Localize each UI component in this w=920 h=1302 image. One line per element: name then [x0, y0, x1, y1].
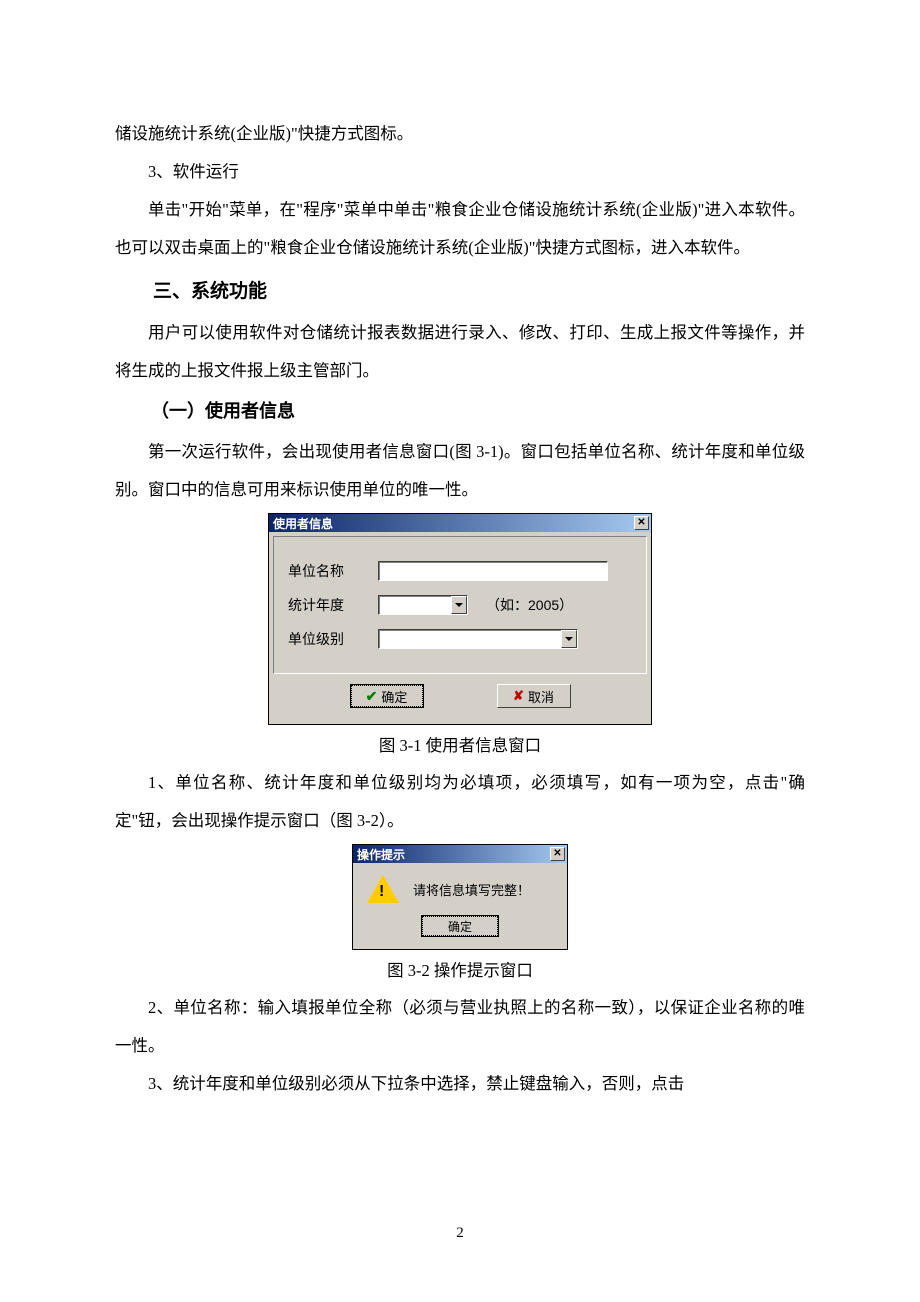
heading-subsection-1: （一）使用者信息: [115, 390, 805, 433]
close-icon: ✕: [553, 849, 561, 859]
chevron-down-icon: [565, 637, 573, 641]
paragraph: 用户可以使用软件对仓储统计报表数据进行录入、修改、打印、生成上报文件等操作，并将…: [115, 314, 805, 390]
paragraph: 储设施统计系统(企业版)"快捷方式图标。: [115, 115, 805, 153]
page-number: 2: [0, 1225, 920, 1242]
figure-caption: 图 3-1 使用者信息窗口: [379, 729, 541, 762]
prompt-message: 请将信息填写完整！: [413, 880, 530, 899]
figure-3-2: 操作提示 ✕ 请将信息填写完整！ 确定 图 3-2 操作提示窗口: [115, 844, 805, 987]
paragraph: 3、统计年度和单位级别必须从下拉条中选择，禁止键盘输入，否则，点击: [115, 1065, 805, 1103]
dropdown-button[interactable]: [561, 630, 577, 648]
heading-section-3: 三、系统功能: [115, 269, 805, 315]
paragraph: 1、单位名称、统计年度和单位级别均为必填项，必须填写，如有一项为空，点击"确定"…: [115, 764, 805, 840]
label-year: 统计年度: [288, 595, 378, 615]
dialog-title: 操作提示: [357, 846, 405, 863]
unit-name-input[interactable]: [378, 561, 608, 581]
user-info-dialog: 使用者信息 ✕ 单位名称 统计年度: [268, 513, 652, 725]
level-combobox[interactable]: [378, 629, 578, 649]
close-button[interactable]: ✕: [634, 516, 649, 530]
figure-caption: 图 3-2 操作提示窗口: [387, 954, 533, 987]
warning-icon: [367, 875, 399, 903]
ok-label: 确定: [381, 687, 407, 706]
close-icon: ✕: [637, 518, 645, 528]
label-level: 单位级别: [288, 629, 378, 649]
ok-label: 确定: [448, 918, 472, 935]
paragraph: 单击"开始"菜单，在"程序"菜单中单击"粮食企业仓储设施统计系统(企业版)"进入…: [115, 191, 805, 267]
year-combobox[interactable]: [378, 595, 468, 615]
paragraph: 2、单位名称：输入填报单位全称（必须与营业执照上的名称一致），以保证企业名称的唯…: [115, 989, 805, 1065]
dialog-titlebar: 使用者信息 ✕: [269, 514, 651, 532]
dialog-titlebar: 操作提示 ✕: [353, 845, 567, 863]
dropdown-button[interactable]: [451, 596, 467, 614]
check-icon: ✔: [366, 688, 378, 705]
chevron-down-icon: [455, 603, 463, 607]
cancel-label: 取消: [528, 687, 554, 706]
ok-button[interactable]: 确定: [421, 915, 499, 937]
close-button[interactable]: ✕: [550, 847, 565, 861]
paragraph: 3、软件运行: [115, 153, 805, 191]
figure-3-1: 使用者信息 ✕ 单位名称 统计年度: [115, 513, 805, 762]
label-unit-name: 单位名称: [288, 561, 378, 581]
prompt-dialog: 操作提示 ✕ 请将信息填写完整！ 确定: [352, 844, 568, 950]
paragraph: 第一次运行软件，会出现使用者信息窗口(图 3-1)。窗口包括单位名称、统计年度和…: [115, 433, 805, 509]
cancel-icon: ✘: [513, 688, 524, 704]
cancel-button[interactable]: ✘ 取消: [497, 684, 571, 708]
year-hint: （如：2005）: [486, 595, 573, 615]
ok-button[interactable]: ✔ 确定: [350, 684, 424, 708]
dialog-title: 使用者信息: [273, 515, 333, 532]
